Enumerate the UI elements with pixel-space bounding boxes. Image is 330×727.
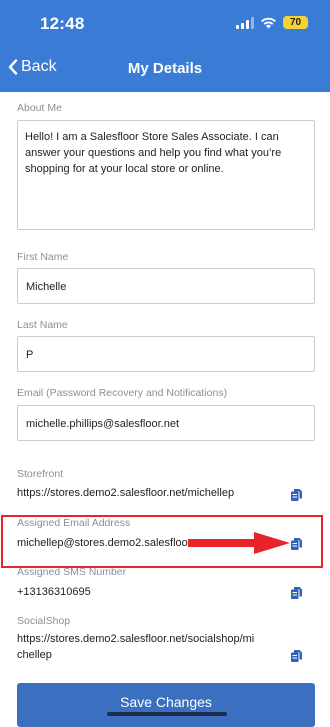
socialshop-url-line2: chellep	[17, 649, 52, 661]
status-icons: 70	[236, 16, 308, 29]
about-me-label: About Me	[17, 102, 62, 114]
signal-icon	[236, 16, 254, 29]
socialshop-label: SocialShop	[17, 615, 71, 627]
page-title: My Details	[127, 60, 203, 77]
copy-icon[interactable]	[290, 488, 303, 502]
storefront-url: https://stores.demo2.salesfloor.net/mich…	[17, 487, 235, 499]
email-field[interactable]: michelle.phillips@salesfloor.net	[17, 405, 315, 441]
copy-icon[interactable]	[290, 649, 303, 663]
storefront-label: Storefront	[17, 468, 64, 480]
first-name-label: First Name	[17, 251, 69, 263]
copy-icon[interactable]	[290, 586, 303, 600]
arrow-annotation-icon	[188, 532, 290, 554]
first-name-field[interactable]: Michelle	[17, 268, 315, 304]
assigned-email-value: michellep@stores.demo2.salesfloor.net	[17, 537, 192, 549]
assigned-sms-label: Assigned SMS Number	[17, 566, 127, 578]
nav-bar: Back My Details	[0, 46, 330, 92]
status-time: 12:48	[40, 14, 85, 33]
about-me-textarea[interactable]: Hello! I am a Salesfloor Store Sales Ass…	[17, 120, 315, 230]
last-name-label: Last Name	[17, 319, 68, 331]
home-indicator	[107, 712, 227, 716]
wifi-icon	[261, 17, 276, 28]
battery-icon: 70	[283, 16, 308, 29]
email-label: Email (Password Recovery and Notificatio…	[17, 387, 228, 399]
copy-icon[interactable]	[290, 537, 303, 551]
status-bar: 12:48 70	[0, 0, 330, 46]
last-name-field[interactable]: P	[17, 336, 315, 372]
socialshop-url-line1: https://stores.demo2.salesfloor.net/soci…	[17, 633, 255, 645]
save-changes-button[interactable]: Save Changes	[17, 683, 315, 727]
assigned-email-label: Assigned Email Address	[17, 517, 131, 529]
assigned-sms-value: +13136310695	[17, 586, 91, 598]
